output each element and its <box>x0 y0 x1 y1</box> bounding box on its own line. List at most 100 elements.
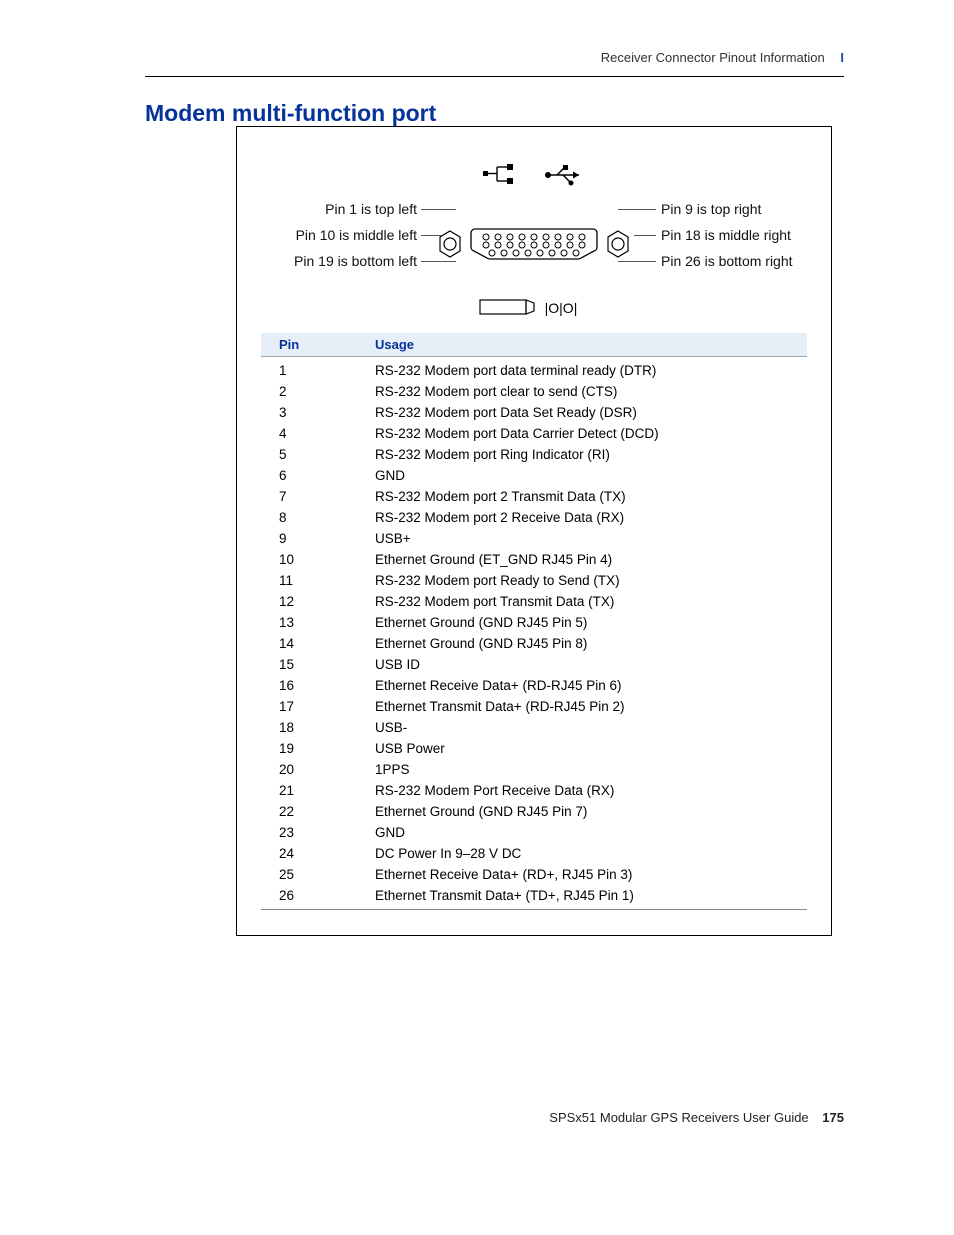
table-row: 2RS-232 Modem port clear to send (CTS) <box>261 381 807 402</box>
pin-cell: 19 <box>261 738 365 759</box>
usage-cell: RS-232 Modem port Data Carrier Detect (D… <box>365 423 807 444</box>
running-header: Receiver Connector Pinout Information I <box>601 50 844 65</box>
table-row: 3RS-232 Modem port Data Set Ready (DSR) <box>261 402 807 423</box>
table-row: 7RS-232 Modem port 2 Transmit Data (TX) <box>261 486 807 507</box>
usage-cell: Ethernet Transmit Data+ (RD-RJ45 Pin 2) <box>365 696 807 717</box>
usage-cell: Ethernet Ground (GND RJ45 Pin 8) <box>365 633 807 654</box>
pin-cell: 9 <box>261 528 365 549</box>
usage-cell: 1PPS <box>365 759 807 780</box>
pin-cell: 13 <box>261 612 365 633</box>
pin-label-bottom-left: Pin 19 is bottom left <box>247 253 417 269</box>
table-row: 21RS-232 Modem Port Receive Data (RX) <box>261 780 807 801</box>
lead-line <box>421 209 456 210</box>
pin-label-bottom-right: Pin 26 is bottom right <box>661 253 793 269</box>
table-row: 9USB+ <box>261 528 807 549</box>
table-row: 8RS-232 Modem port 2 Receive Data (RX) <box>261 507 807 528</box>
usage-cell: RS-232 Modem port Ready to Send (TX) <box>365 570 807 591</box>
lead-line <box>618 209 656 210</box>
pin-label-top-right: Pin 9 is top right <box>661 201 761 217</box>
table-row: 201PPS <box>261 759 807 780</box>
table-row: 14Ethernet Ground (GND RJ45 Pin 8) <box>261 633 807 654</box>
table-row: 13Ethernet Ground (GND RJ45 Pin 5) <box>261 612 807 633</box>
table-row: 4RS-232 Modem port Data Carrier Detect (… <box>261 423 807 444</box>
table-row: 26Ethernet Transmit Data+ (TD+, RJ45 Pin… <box>261 885 807 910</box>
pin-cell: 8 <box>261 507 365 528</box>
figure-box: Pin 1 is top left Pin 10 is middle left … <box>236 126 832 936</box>
pin-label-middle-right: Pin 18 is middle right <box>661 227 791 243</box>
header-text: Receiver Connector Pinout Information <box>601 50 825 65</box>
pin-cell: 20 <box>261 759 365 780</box>
pin-cell: 26 <box>261 885 365 910</box>
table-row: 25Ethernet Receive Data+ (RD+, RJ45 Pin … <box>261 864 807 885</box>
usage-cell: Ethernet Ground (ET_GND RJ45 Pin 4) <box>365 549 807 570</box>
usage-cell: DC Power In 9–28 V DC <box>365 843 807 864</box>
pin-cell: 7 <box>261 486 365 507</box>
usage-cell: GND <box>365 465 807 486</box>
usage-cell: RS-232 Modem Port Receive Data (RX) <box>365 780 807 801</box>
pin-label-top-left: Pin 1 is top left <box>247 201 417 217</box>
table-row: 11RS-232 Modem port Ready to Send (TX) <box>261 570 807 591</box>
section-title: Modem multi-function port <box>145 100 436 127</box>
pin-label-middle-left: Pin 10 is middle left <box>247 227 417 243</box>
connector-diagram: Pin 1 is top left Pin 10 is middle left … <box>261 165 807 325</box>
pin-cell: 4 <box>261 423 365 444</box>
pin-cell: 14 <box>261 633 365 654</box>
usage-cell: GND <box>365 822 807 843</box>
pin-cell: 25 <box>261 864 365 885</box>
pin-cell: 15 <box>261 654 365 675</box>
screw-right-icon <box>603 229 633 264</box>
pin-cell: 18 <box>261 717 365 738</box>
usage-cell: RS-232 Modem port 2 Transmit Data (TX) <box>365 486 807 507</box>
screw-left-icon <box>435 229 465 264</box>
usage-cell: Ethernet Ground (GND RJ45 Pin 7) <box>365 801 807 822</box>
usage-cell: USB+ <box>365 528 807 549</box>
pin-cell: 3 <box>261 402 365 423</box>
pin-cell: 5 <box>261 444 365 465</box>
footer-doc-title: SPSx51 Modular GPS Receivers User Guide <box>549 1110 808 1125</box>
pin-cell: 10 <box>261 549 365 570</box>
svg-text:|O|O|: |O|O| <box>545 300 578 316</box>
top-companion-icons <box>479 161 589 192</box>
usb-port-icon: |O|O| <box>479 297 589 324</box>
table-row: 6GND <box>261 465 807 486</box>
table-row: 19USB Power <box>261 738 807 759</box>
pin-cell: 24 <box>261 843 365 864</box>
table-row: 16Ethernet Receive Data+ (RD-RJ45 Pin 6) <box>261 675 807 696</box>
usage-cell: RS-232 Modem port data terminal ready (D… <box>365 357 807 382</box>
table-row: 24DC Power In 9–28 V DC <box>261 843 807 864</box>
usage-cell: Ethernet Receive Data+ (RD+, RJ45 Pin 3) <box>365 864 807 885</box>
ethernet-icon <box>483 164 513 184</box>
page-footer: SPSx51 Modular GPS Receivers User Guide … <box>549 1110 844 1125</box>
lead-line <box>634 235 656 236</box>
footer-page-number: 175 <box>822 1110 844 1125</box>
pin-cell: 22 <box>261 801 365 822</box>
table-row: 1RS-232 Modem port data terminal ready (… <box>261 357 807 382</box>
header-rule <box>145 76 844 77</box>
usage-cell: RS-232 Modem port Ring Indicator (RI) <box>365 444 807 465</box>
table-header-pin: Pin <box>261 333 365 357</box>
usage-cell: RS-232 Modem port clear to send (CTS) <box>365 381 807 402</box>
usage-cell: RS-232 Modem port Transmit Data (TX) <box>365 591 807 612</box>
usage-cell: USB- <box>365 717 807 738</box>
pin-cell: 16 <box>261 675 365 696</box>
pin-cell: 17 <box>261 696 365 717</box>
table-row: 22Ethernet Ground (GND RJ45 Pin 7) <box>261 801 807 822</box>
pin-cell: 21 <box>261 780 365 801</box>
table-row: 23GND <box>261 822 807 843</box>
pinout-table: Pin Usage 1RS-232 Modem port data termin… <box>261 333 807 910</box>
table-row: 12RS-232 Modem port Transmit Data (TX) <box>261 591 807 612</box>
pin-cell: 1 <box>261 357 365 382</box>
usage-cell: USB ID <box>365 654 807 675</box>
pin-cell: 23 <box>261 822 365 843</box>
dsub-connector-icon <box>469 227 599 266</box>
table-row: 18USB- <box>261 717 807 738</box>
pin-cell: 2 <box>261 381 365 402</box>
usage-cell: RS-232 Modem port 2 Receive Data (RX) <box>365 507 807 528</box>
usb-trident-icon <box>545 165 579 186</box>
connector-illustration <box>435 227 633 266</box>
usage-cell: Ethernet Receive Data+ (RD-RJ45 Pin 6) <box>365 675 807 696</box>
table-row: 17Ethernet Transmit Data+ (RD-RJ45 Pin 2… <box>261 696 807 717</box>
table-row: 15USB ID <box>261 654 807 675</box>
table-row: 10Ethernet Ground (ET_GND RJ45 Pin 4) <box>261 549 807 570</box>
header-appendix: I <box>840 50 844 65</box>
